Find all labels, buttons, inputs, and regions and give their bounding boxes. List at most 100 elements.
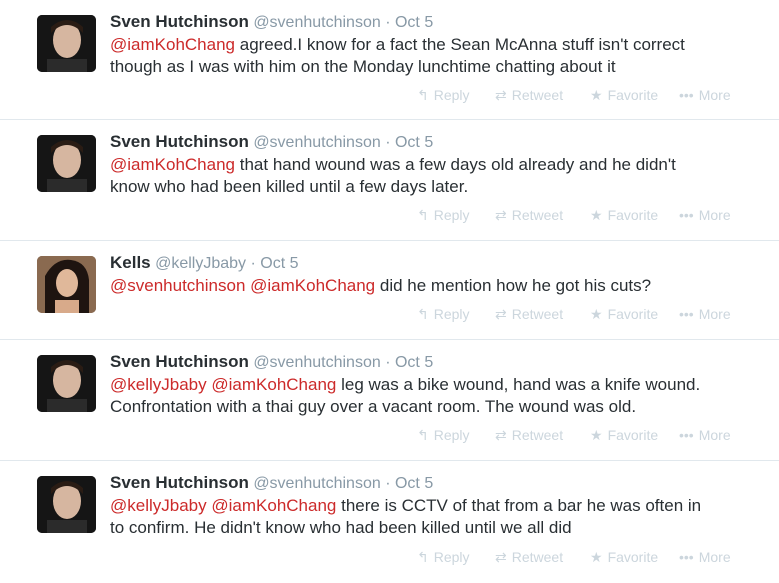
reply-button[interactable]: ↰ Reply	[417, 87, 470, 104]
star-icon: ★	[590, 87, 603, 103]
tweet-text: @iamKohChang that hand wound was a few d…	[110, 154, 750, 198]
favorite-button[interactable]: ★ Favorite	[590, 306, 658, 323]
retweet-icon: ⇄	[495, 427, 507, 443]
mention-link[interactable]: @svenhutchinson	[110, 276, 245, 295]
tweet-text: @kellyJbaby @iamKohChang there is CCTV o…	[110, 495, 750, 539]
mention-link[interactable]: @iamKohChang	[110, 155, 235, 174]
retweet-button[interactable]: ⇄ Retweet	[495, 87, 563, 104]
tweet-text-line1: did he mention how he got his cuts?	[379, 276, 652, 295]
tweet-text: @iamKohChang agreed.I know for a fact th…	[110, 34, 750, 78]
reply-button[interactable]: ↰ Reply	[417, 207, 470, 224]
retweet-button[interactable]: ⇄ Retweet	[495, 306, 563, 323]
retweet-label: Retweet	[511, 207, 564, 223]
more-button[interactable]: ••• More	[679, 549, 731, 565]
favorite-button[interactable]: ★ Favorite	[590, 87, 658, 104]
favorite-label: Favorite	[607, 306, 659, 322]
star-icon: ★	[590, 549, 603, 565]
ellipsis-icon: •••	[679, 549, 694, 565]
favorite-button[interactable]: ★ Favorite	[590, 427, 658, 444]
reply-label: Reply	[433, 87, 470, 103]
tweet-text-line2: Confrontation with a thai guy over a vac…	[110, 397, 637, 416]
tweet-text-line1: agreed.I know for a fact the Sean McAnna…	[239, 35, 685, 54]
more-button[interactable]: ••• More	[679, 306, 731, 322]
tweet-header: Sven Hutchinson @svenhutchinson · Oct 5	[110, 132, 433, 152]
retweet-button[interactable]: ⇄ Retweet	[495, 427, 563, 444]
user-handle[interactable]: @svenhutchinson	[253, 134, 380, 151]
favorite-label: Favorite	[607, 87, 659, 103]
reply-label: Reply	[433, 427, 470, 443]
user-handle[interactable]: @svenhutchinson	[253, 475, 380, 492]
separator: ·	[385, 14, 391, 31]
tweet-header: Sven Hutchinson @svenhutchinson · Oct 5	[110, 473, 433, 493]
avatar[interactable]	[37, 135, 96, 192]
retweet-icon: ⇄	[495, 87, 507, 103]
favorite-label: Favorite	[607, 207, 659, 223]
timestamp[interactable]: Oct 5	[395, 14, 433, 31]
avatar[interactable]	[37, 355, 96, 412]
display-name[interactable]: Sven Hutchinson	[110, 12, 249, 31]
more-label: More	[698, 207, 731, 223]
user-handle[interactable]: @svenhutchinson	[253, 14, 380, 31]
retweet-icon: ⇄	[495, 549, 507, 565]
separator: ·	[385, 134, 391, 151]
retweet-button[interactable]: ⇄ Retweet	[495, 207, 563, 224]
favorite-label: Favorite	[607, 427, 659, 443]
avatar[interactable]	[37, 256, 96, 313]
avatar[interactable]	[37, 15, 96, 72]
retweet-icon: ⇄	[495, 306, 507, 322]
timestamp[interactable]: Oct 5	[395, 475, 433, 492]
more-button[interactable]: ••• More	[679, 427, 731, 443]
tweet[interactable]: Sven Hutchinson @svenhutchinson · Oct 5 …	[0, 120, 779, 241]
timestamp[interactable]: Oct 5	[395, 354, 433, 371]
ellipsis-icon: •••	[679, 427, 694, 443]
reply-button[interactable]: ↰ Reply	[417, 549, 470, 566]
tweet[interactable]: Sven Hutchinson @svenhutchinson · Oct 5 …	[0, 461, 779, 583]
reply-button[interactable]: ↰ Reply	[417, 427, 470, 444]
tweet[interactable]: Sven Hutchinson @svenhutchinson · Oct 5 …	[0, 0, 779, 120]
mention-link[interactable]: @iamKohChang	[250, 276, 375, 295]
favorite-button[interactable]: ★ Favorite	[590, 549, 658, 566]
tweet-header: Sven Hutchinson @svenhutchinson · Oct 5	[110, 12, 433, 32]
separator: ·	[385, 354, 391, 371]
ellipsis-icon: •••	[679, 207, 694, 223]
more-button[interactable]: ••• More	[679, 207, 731, 223]
timestamp[interactable]: Oct 5	[260, 255, 298, 272]
user-handle[interactable]: @svenhutchinson	[253, 354, 380, 371]
favorite-label: Favorite	[607, 549, 659, 565]
mention-link[interactable]: @kellyJbaby	[110, 375, 207, 394]
more-button[interactable]: ••• More	[679, 87, 731, 103]
retweet-label: Retweet	[511, 427, 564, 443]
mention-link[interactable]: @iamKohChang	[211, 375, 336, 394]
star-icon: ★	[590, 207, 603, 223]
retweet-label: Retweet	[511, 306, 564, 322]
mention-link[interactable]: @iamKohChang	[211, 496, 336, 515]
reply-arrow-icon: ↰	[417, 549, 429, 565]
ellipsis-icon: •••	[679, 87, 694, 103]
more-label: More	[698, 549, 731, 565]
more-label: More	[698, 87, 731, 103]
tweet-text-line2: though as I was with him on the Monday l…	[110, 57, 616, 76]
tweet[interactable]: Sven Hutchinson @svenhutchinson · Oct 5 …	[0, 340, 779, 461]
retweet-button[interactable]: ⇄ Retweet	[495, 549, 563, 566]
avatar[interactable]	[37, 476, 96, 533]
tweet-text-line1: there is CCTV of that from a bar he was …	[341, 496, 702, 515]
tweet[interactable]: Kells @kellyJbaby · Oct 5 @svenhutchinso…	[0, 241, 779, 340]
user-handle[interactable]: @kellyJbaby	[155, 255, 246, 272]
favorite-button[interactable]: ★ Favorite	[590, 207, 658, 224]
display-name[interactable]: Sven Hutchinson	[110, 473, 249, 492]
display-name[interactable]: Sven Hutchinson	[110, 352, 249, 371]
reply-arrow-icon: ↰	[417, 306, 429, 322]
display-name[interactable]: Kells	[110, 253, 151, 272]
retweet-label: Retweet	[511, 549, 564, 565]
display-name[interactable]: Sven Hutchinson	[110, 132, 249, 151]
timeline: Sven Hutchinson @svenhutchinson · Oct 5 …	[0, 0, 779, 583]
tweet-text: @svenhutchinson @iamKohChang did he ment…	[110, 275, 750, 297]
reply-button[interactable]: ↰ Reply	[417, 306, 470, 323]
mention-link[interactable]: @iamKohChang	[110, 35, 235, 54]
reply-label: Reply	[433, 207, 470, 223]
tweet-text-line1: that hand wound was a few days old alrea…	[239, 155, 676, 174]
mention-link[interactable]: @kellyJbaby	[110, 496, 207, 515]
tweet-text-line1: leg was a bike wound, hand was a knife w…	[341, 375, 701, 394]
timestamp[interactable]: Oct 5	[395, 134, 433, 151]
more-label: More	[698, 306, 731, 322]
